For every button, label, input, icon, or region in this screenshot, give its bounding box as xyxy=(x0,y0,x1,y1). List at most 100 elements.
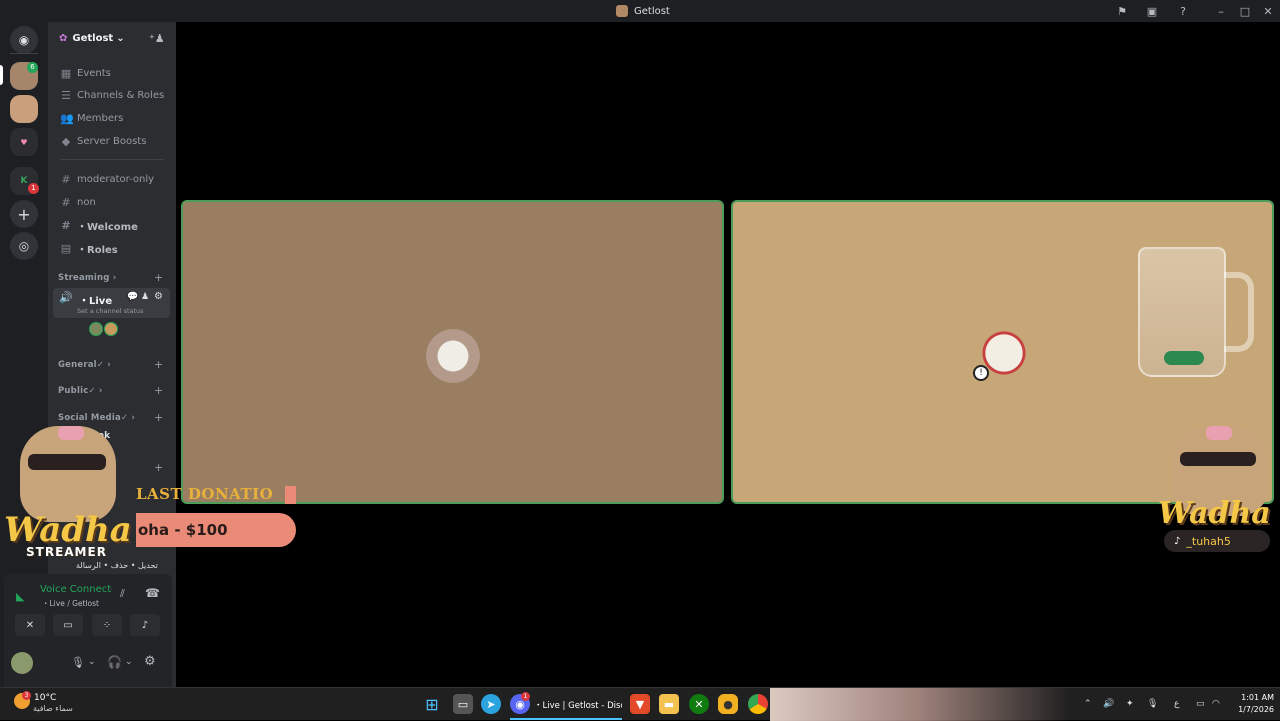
sunglasses xyxy=(28,454,106,470)
category-general[interactable]: General✓ › xyxy=(58,360,111,370)
user-avatar[interactable] xyxy=(11,652,33,674)
add-channel-icon[interactable]: + xyxy=(154,461,163,474)
discord-badge: 1 xyxy=(521,692,530,701)
language-indicator[interactable]: ع xyxy=(1174,699,1179,709)
add-channel-icon[interactable]: + xyxy=(154,384,163,397)
voice-user-avatar[interactable] xyxy=(104,322,118,336)
app-tray-icon[interactable]: ✦ xyxy=(1126,699,1134,709)
menu-members[interactable]: 👥 Members xyxy=(52,108,172,128)
close-button[interactable]: ✕ xyxy=(1260,3,1276,19)
discord-home-icon[interactable]: ◉ xyxy=(10,26,38,54)
blurred-preview xyxy=(770,688,1070,721)
server-cat-icon[interactable] xyxy=(10,95,38,123)
discover-icon[interactable]: ◎ xyxy=(10,232,38,260)
boost-icon: ◆ xyxy=(61,134,71,148)
hashtag-icon: # xyxy=(61,218,71,232)
menu-label: Server Boosts xyxy=(77,135,147,147)
tiktok-icon: ♪ xyxy=(1174,535,1181,547)
discord-task-label[interactable]: ・Live | Getlost - Discorc xyxy=(534,699,622,711)
noise-suppression-icon[interactable]: ⫽ xyxy=(120,587,125,601)
add-channel-icon[interactable]: + xyxy=(154,358,163,371)
last-donation-label: LAST DONATIO xyxy=(136,485,274,503)
category-label: Social Media✓ xyxy=(58,413,129,423)
volume-icon[interactable]: 🔊 xyxy=(1103,699,1114,709)
tiktok-handle: _tuhah5 xyxy=(1186,534,1231,548)
file-explorer-icon[interactable]: ▬ xyxy=(659,694,679,714)
weather-text[interactable]: سماء صافية xyxy=(33,704,73,713)
clock-date[interactable]: 1/7/2026 xyxy=(1226,705,1274,714)
chevron-down-icon[interactable]: ⌄ xyxy=(88,657,96,667)
server-badge-icon: ✿ xyxy=(59,32,68,44)
headphones-icon[interactable]: 🎧 xyxy=(107,655,122,669)
category-label: General✓ xyxy=(58,360,105,370)
live-channel-label: ・Live xyxy=(79,296,113,307)
voice-badge: 6 xyxy=(27,62,38,73)
voice-user-avatar[interactable] xyxy=(89,322,103,336)
screen-share-button[interactable]: ▭ xyxy=(53,614,83,636)
brand-sub-left: STREAMER xyxy=(26,545,107,559)
minimize-button[interactable]: – xyxy=(1213,3,1229,19)
inbox-icon[interactable]: ▣ xyxy=(1144,3,1160,19)
arabic-channel-label[interactable]: تحديل • حذف • الرسالة xyxy=(76,561,158,570)
voice-location[interactable]: ・Live / Getlost xyxy=(42,598,99,609)
add-channel-icon[interactable]: + xyxy=(154,271,163,284)
donation-value: oha - $100 xyxy=(138,521,228,539)
signal-icon[interactable]: ◣ xyxy=(16,590,24,603)
window-title-text: Getlost xyxy=(634,5,670,17)
menu-server-boosts[interactable]: ◆ Server Boosts xyxy=(52,131,172,151)
channel-roles[interactable]: ▤ ・Roles xyxy=(52,238,172,258)
menu-label: Members xyxy=(77,112,124,124)
channel-label: ・Roles xyxy=(77,244,118,256)
channel-label: moderator-only xyxy=(77,173,155,185)
camera-off-button[interactable]: ✕ xyxy=(15,614,45,636)
start-button[interactable]: ⊞ xyxy=(422,694,442,714)
monitor-icon[interactable]: ▭ xyxy=(1196,699,1205,709)
help-icon[interactable]: ? xyxy=(1175,3,1191,19)
brand-logo-left: Wadha xyxy=(4,510,132,550)
brave-icon[interactable]: ▼ xyxy=(630,694,650,714)
maximize-button[interactable]: □ xyxy=(1237,3,1253,19)
add-channel-icon[interactable]: + xyxy=(154,411,163,424)
clock-time[interactable]: 1:01 AM xyxy=(1230,693,1274,702)
category-social-media[interactable]: Social Media✓ › xyxy=(58,413,135,423)
window-titlebar: Getlost ⚑ ▣ ? – □ ✕ xyxy=(0,0,1280,22)
rules-icon: ▤ xyxy=(60,241,72,255)
mug-image xyxy=(1138,247,1226,377)
server-name: Getlost xyxy=(72,32,114,44)
add-server-icon[interactable]: + xyxy=(10,200,38,228)
server-header[interactable]: ✿ Getlost ⌄ ⁺♟ xyxy=(48,22,176,54)
category-public[interactable]: Public✓ › xyxy=(58,386,103,396)
gear-icon[interactable]: ⚙ xyxy=(154,291,163,302)
video-tile-left[interactable] xyxy=(181,200,724,504)
wifi-icon[interactable]: ◠ xyxy=(1212,699,1220,709)
telegram-icon[interactable]: ➤ xyxy=(481,694,501,714)
menu-events[interactable]: ▦ Events xyxy=(52,63,172,83)
invite-icon[interactable]: ♟ xyxy=(141,292,149,302)
server-folder-icon[interactable]: ♥ xyxy=(10,128,38,156)
mic-icon[interactable]: 🎙 xyxy=(71,656,85,669)
app-icon[interactable]: ● xyxy=(718,694,738,714)
chrome-icon[interactable] xyxy=(748,694,768,714)
activities-button[interactable]: ⁘ xyxy=(92,614,122,636)
soundboard-button[interactable]: ♪ xyxy=(130,614,160,636)
chevron-up-icon[interactable]: ⌃ xyxy=(1084,699,1092,709)
user-settings-gear-icon[interactable]: ⚙ xyxy=(144,654,156,669)
chevron-down-icon[interactable]: ⌄ xyxy=(125,657,133,667)
task-view-icon[interactable]: ▭ xyxy=(453,694,473,714)
channel-non[interactable]: # non xyxy=(52,192,172,212)
xbox-icon[interactable]: ✕ xyxy=(689,694,709,714)
category-streaming[interactable]: Streaming › xyxy=(58,273,116,283)
participant-avatar[interactable] xyxy=(426,329,480,383)
channel-status-input[interactable]: Set a channel status xyxy=(77,307,144,315)
channel-live[interactable]: 🔊 ・Live 💬 ♟ ⚙ Set a channel status xyxy=(53,288,170,318)
invite-people-icon[interactable]: ⁺♟ xyxy=(149,32,165,45)
mic-tray-icon[interactable]: 🎙 xyxy=(1147,699,1158,709)
disconnect-icon[interactable]: ☎ xyxy=(145,586,160,600)
menu-channels-roles[interactable]: ☰ Channels & Roles xyxy=(52,85,172,105)
channel-welcome[interactable]: # ・Welcome xyxy=(52,215,172,235)
window-title: Getlost xyxy=(616,0,670,22)
flag-icon[interactable]: ⚑ xyxy=(1114,3,1130,19)
chat-icon[interactable]: 💬 xyxy=(127,292,138,302)
channel-moderator-only[interactable]: # moderator-only xyxy=(52,169,172,189)
weather-temp[interactable]: 10°C xyxy=(34,693,56,703)
